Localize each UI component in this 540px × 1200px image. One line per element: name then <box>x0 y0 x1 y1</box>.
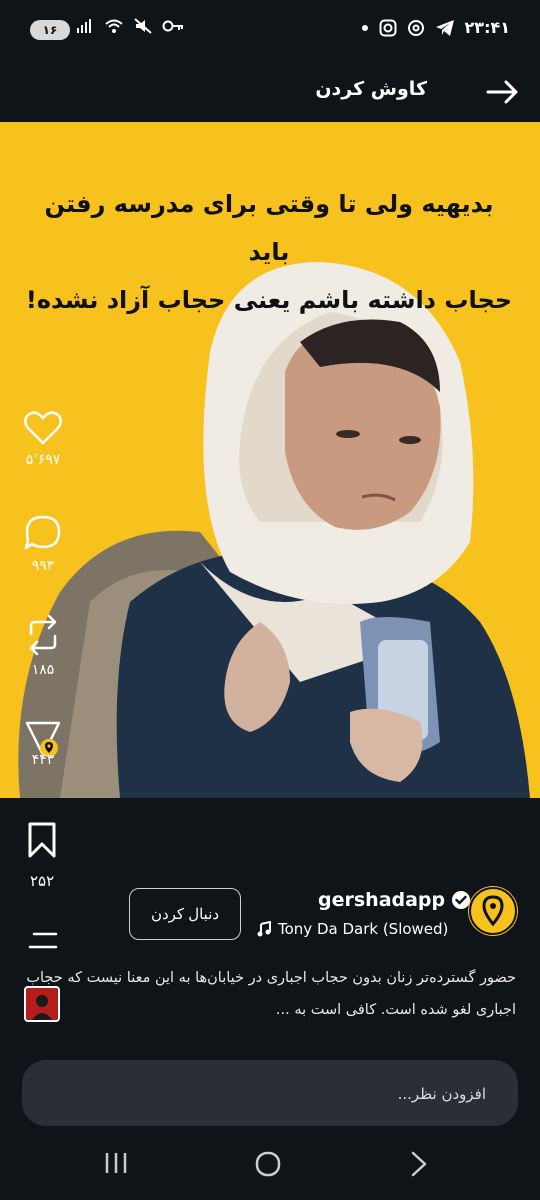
mute-icon <box>134 18 152 34</box>
comment-count: ۹۹۳ <box>31 558 55 574</box>
comment-input[interactable] <box>64 1078 488 1110</box>
like-action[interactable]: ۵٬۶۹۷ <box>18 410 68 468</box>
song-title: Tony Da Dark (Slowed) <box>278 920 449 938</box>
top-header: کاوش کردن <box>0 62 540 122</box>
avatar[interactable] <box>468 886 518 936</box>
recent-apps-icon <box>105 1153 127 1173</box>
post-headline: بدیهیه ولی تا وقتی برای مدرسه رفتن باید … <box>20 180 518 324</box>
bookmark-count: ۲۵۲ <box>30 872 55 890</box>
instagram-icon <box>379 19 397 37</box>
telegram-icon <box>435 19 455 37</box>
heart-icon <box>24 411 62 445</box>
post-caption[interactable]: حضور گسترده‌تر زنان بدون حجاب اجباری در … <box>22 962 516 1026</box>
username-text: gershadapp <box>318 889 446 911</box>
author-username[interactable]: gershadapp <box>318 889 471 911</box>
threads-icon <box>407 19 425 37</box>
like-count: ۵٬۶۹۷ <box>25 452 61 468</box>
comment-box[interactable] <box>22 1060 518 1126</box>
arrow-right-icon <box>486 80 518 104</box>
bookmark-button[interactable] <box>22 820 62 864</box>
menu-icon <box>28 932 58 949</box>
system-nav-bar <box>0 1130 540 1200</box>
location-pin-icon <box>469 887 517 935</box>
signal-icon <box>76 18 94 34</box>
song-ticker[interactable]: Tony Da Dark (Slowed) <box>256 918 456 940</box>
status-icons-right: ۲۳:۴۱ <box>361 18 510 37</box>
home-circle-icon <box>255 1151 281 1177</box>
repost-action[interactable]: ۱۸۵ <box>18 614 68 678</box>
menu-button[interactable] <box>28 930 58 956</box>
comment-icon <box>24 515 61 550</box>
clock: ۲۳:۴۱ <box>464 18 510 37</box>
headline-line-2: حجاب داشته باشم یعنی حجاب آزاد نشده! <box>25 286 513 314</box>
comment-action[interactable]: ۹۹۳ <box>18 514 68 574</box>
chevron-right-icon <box>411 1151 427 1177</box>
dot-icon <box>361 24 369 32</box>
key-icon <box>162 19 184 33</box>
follow-button[interactable]: دنبال کردن <box>129 888 241 940</box>
home-button[interactable] <box>254 1150 282 1182</box>
status-bar: ۱۶ ۲۳:۴۱ <box>0 0 540 62</box>
battery-indicator: ۱۶ <box>30 20 70 40</box>
bookmark-icon <box>28 822 56 858</box>
page-title: کاوش کردن <box>315 78 427 100</box>
repost-count: ۱۸۵ <box>31 662 55 678</box>
post-image[interactable]: بدیهیه ولی تا وقتی برای مدرسه رفتن باید … <box>0 122 540 798</box>
recent-apps-button[interactable] <box>104 1150 128 1180</box>
headline-line-1: بدیهیه ولی تا وقتی برای مدرسه رفتن باید <box>44 190 494 266</box>
status-icons-left <box>76 18 184 34</box>
music-note-icon <box>257 921 271 937</box>
wifi-icon <box>104 18 124 34</box>
battery-level: ۱۶ <box>42 23 58 37</box>
back-button[interactable] <box>482 72 522 112</box>
share-count: ۴۴۳ <box>31 752 55 768</box>
repost-icon <box>29 614 57 656</box>
share-action[interactable]: ۴۴۳ <box>18 718 68 768</box>
verified-badge-icon <box>452 891 471 909</box>
back-nav-button[interactable] <box>408 1150 430 1182</box>
